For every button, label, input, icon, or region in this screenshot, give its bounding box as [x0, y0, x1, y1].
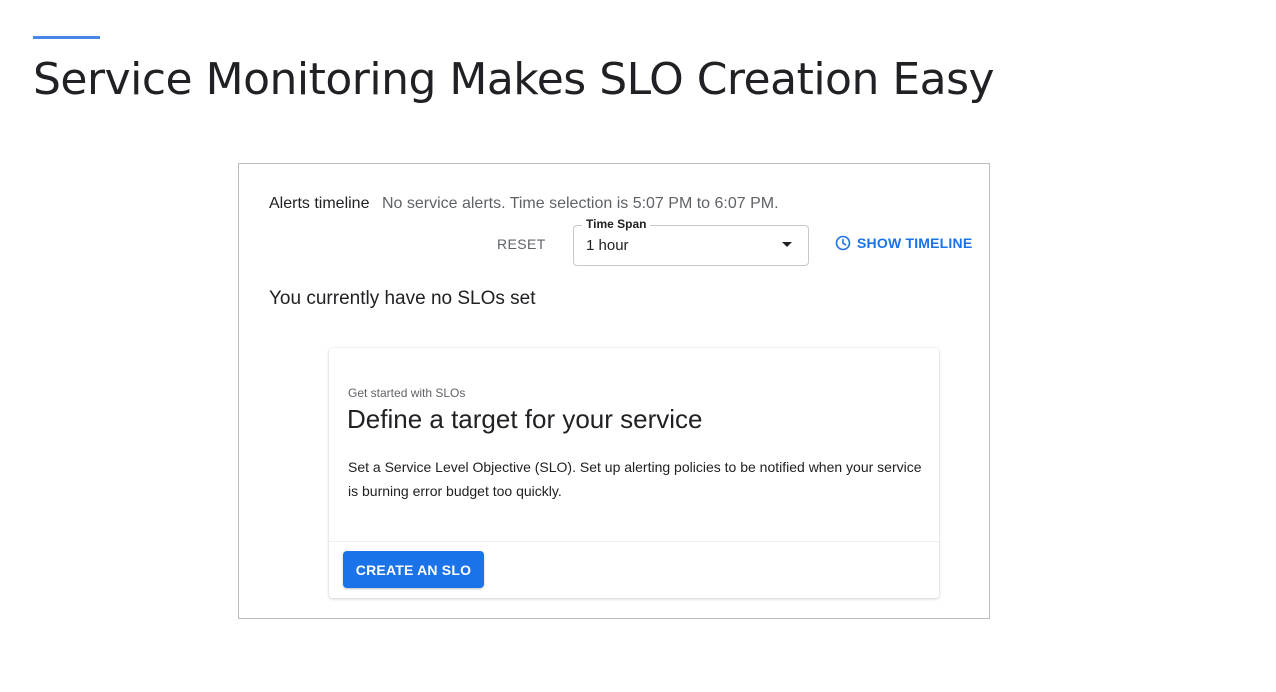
- create-slo-button[interactable]: CREATE AN SLO: [343, 551, 484, 588]
- reset-button[interactable]: RESET: [497, 236, 546, 252]
- alerts-message: No service alerts. Time selection is 5:0…: [381, 195, 779, 212]
- dropdown-arrow-icon: [782, 242, 792, 247]
- alerts-timeline-label: Alerts timeline: [269, 195, 370, 212]
- card-title: Define a target for your service: [347, 404, 703, 434]
- time-span-value: 1 hour: [586, 237, 629, 254]
- accent-rule: [33, 36, 100, 39]
- console-screenshot: Alerts timeline No service alerts. Time …: [238, 163, 990, 619]
- get-started-card: Get started with SLOs Define a target fo…: [329, 348, 939, 598]
- time-span-label: Time Span: [582, 217, 651, 231]
- show-timeline-button[interactable]: SHOW TIMELINE: [835, 235, 972, 251]
- card-eyebrow: Get started with SLOs: [348, 386, 466, 400]
- show-timeline-label: SHOW TIMELINE: [857, 235, 973, 251]
- slide: Service Monitoring Makes SLO Creation Ea…: [0, 0, 1276, 692]
- clock-icon: [835, 235, 851, 251]
- slide-title: Service Monitoring Makes SLO Creation Ea…: [33, 54, 995, 105]
- time-span-select[interactable]: Time Span 1 hour: [573, 217, 809, 266]
- card-description: Set a Service Level Objective (SLO). Set…: [348, 459, 922, 499]
- alerts-timeline-row: Alerts timeline No service alerts. Time …: [269, 195, 779, 213]
- no-slos-message: You currently have no SLOs set: [269, 288, 536, 309]
- card-divider: [329, 541, 939, 542]
